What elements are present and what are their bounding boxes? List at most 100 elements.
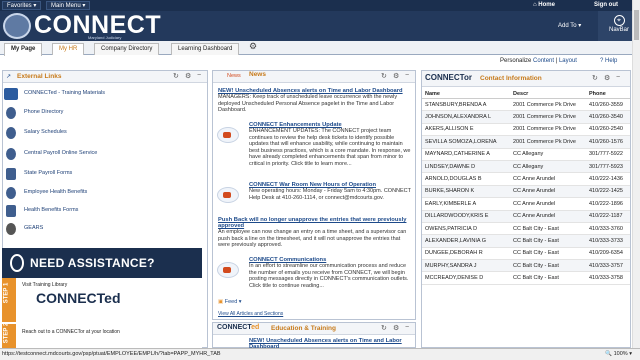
- ext-link-central-payroll[interactable]: Central Payroll Online Service: [2, 147, 202, 161]
- column-header-name[interactable]: Name: [422, 90, 510, 99]
- personalize-layout-link[interactable]: Layout: [559, 58, 577, 64]
- help-icon: ?: [600, 58, 604, 64]
- table-row[interactable]: STANSBURY,BRENDA A 2001 Commerce Pk Drive…: [422, 98, 630, 112]
- descr-cell: 2001 Commerce Pk Drive: [510, 135, 586, 149]
- tab-company-directory[interactable]: Company Directory: [94, 43, 160, 55]
- descr-cell: CC Anne Arundel: [510, 185, 586, 199]
- main-menu[interactable]: Main Menu ▾: [46, 1, 91, 10]
- training-materials-icon: [4, 88, 18, 100]
- news-item-body: ENHANCEMENT UPDATES: The CONNECT project…: [249, 128, 411, 167]
- descr-cell: 2001 Commerce Pk Drive: [510, 110, 586, 124]
- descr-cell: CC Anne Arundel: [510, 210, 586, 223]
- help-link[interactable]: ? Help: [600, 58, 617, 64]
- table-row[interactable]: JOHNSON,ALEXANDRA L 2001 Commerce Pk Driv…: [422, 110, 630, 124]
- phone-cell: 410/222-1896: [586, 197, 630, 211]
- view-all-articles-link[interactable]: View All Articles and Sections: [218, 311, 283, 317]
- tab-my-hr[interactable]: My HR: [52, 43, 85, 55]
- ext-link-salary-schedules[interactable]: Salary Schedules: [2, 126, 202, 140]
- connector-logo: CONNECTor: [425, 73, 472, 82]
- settings-icon[interactable]: ⚙: [185, 72, 191, 80]
- ext-link-phone-directory[interactable]: Phone Directory: [2, 106, 202, 120]
- add-to-menu[interactable]: Add To ▾: [558, 22, 581, 29]
- navbar-label: NavBar: [608, 27, 629, 33]
- external-links-header: ↗ External Links ↻ ⚙ −: [3, 71, 207, 83]
- phone-cell: 410/333-3757: [586, 259, 630, 273]
- refresh-icon[interactable]: ↻: [173, 72, 179, 80]
- feed-link[interactable]: ▣ Feed ▾: [218, 299, 242, 305]
- name-cell: JOHNSON,ALEXANDRA L: [422, 110, 510, 124]
- table-row[interactable]: SEVILLA SOMOZA,LORENA 2001 Commerce Pk Dr…: [422, 135, 630, 149]
- personalize-content-link[interactable]: Content: [533, 58, 554, 64]
- table-row[interactable]: DUNGEE,DEBORAH R CC Balt City - East 410/2…: [422, 247, 630, 261]
- sign-out-link[interactable]: Sign out: [594, 0, 618, 11]
- ext-link-training-materials[interactable]: CONNECTed - Training Materials: [2, 87, 202, 101]
- table-row[interactable]: EARLY,KIMBERLE A CC Anne Arundel 410/222-1…: [422, 197, 630, 211]
- table-row[interactable]: MURPHY,SANDRA J CC Balt City - East 410/33…: [422, 259, 630, 273]
- table-row[interactable]: ALEXANDER,LAVINIA G CC Balt City - East 41…: [422, 234, 630, 248]
- table-row[interactable]: MCCREADY,DENISE D CC Balt City - East 410/…: [422, 271, 630, 285]
- table-row[interactable]: ARNOLD,DOUGLAS B CC Anne Arundel 410/222-1…: [422, 172, 630, 186]
- ext-link-health-benefits-forms[interactable]: Health Benefits Forms: [2, 204, 202, 218]
- table-row[interactable]: DILLARDWOODY,KRIS E CC Anne Arundel 410/22…: [422, 210, 630, 223]
- news-header: News News ↻ ⚙ −: [213, 71, 415, 83]
- refresh-icon[interactable]: ↻: [592, 74, 598, 82]
- need-assistance-banner: NEED ASSISTANCE?: [2, 248, 202, 278]
- name-cell: LINDSEY,DAWNE D: [422, 160, 510, 174]
- gears-icon: [6, 223, 16, 235]
- table-row[interactable]: OWENS,PATRICIA D CC Balt City - East 410/3…: [422, 222, 630, 236]
- scrollbar-thumb[interactable]: [634, 10, 639, 40]
- settings-icon[interactable]: ⚙: [604, 74, 610, 82]
- table-row[interactable]: MAYNARD,CATHERINE A CC Allegany 301/777-59…: [422, 148, 630, 161]
- table-row[interactable]: LINDSEY,DAWNE D CC Allegany 301/777-5923: [422, 160, 630, 174]
- collapse-icon[interactable]: −: [405, 324, 409, 331]
- refresh-icon[interactable]: ↻: [381, 324, 387, 332]
- home-link[interactable]: ⌂ Home: [533, 0, 555, 11]
- favorites-menu[interactable]: Favorites ▾: [2, 1, 42, 10]
- name-cell: AKERS,ALLISON E: [422, 123, 510, 137]
- connected-small-logo-text: CONNECT: [217, 324, 252, 331]
- name-cell: ALEXANDER,LAVINIA G: [422, 234, 510, 248]
- refresh-icon[interactable]: ↻: [381, 72, 387, 80]
- contact-info-portlet: CONNECTor Contact Information ↻ ⚙ − Name…: [421, 70, 631, 348]
- collapse-icon[interactable]: −: [197, 72, 201, 79]
- table-row[interactable]: BURKE,SHARON K CC Anne Arundel 410/222-142…: [422, 185, 630, 199]
- settings-icon[interactable]: ⚙: [393, 72, 399, 80]
- descr-cell: CC Balt City - East: [510, 271, 586, 285]
- gear-icon[interactable]: ⚙: [249, 41, 257, 52]
- step-2-text: STEP 2: [3, 322, 10, 344]
- news-item: CONNECT War Room New Hours of Operation …: [249, 182, 411, 201]
- collapse-icon[interactable]: −: [616, 74, 620, 81]
- name-cell: OWENS,PATRICIA D: [422, 222, 510, 236]
- app-logo-subtitle: Maryland Judiciary: [88, 35, 122, 40]
- tab-learning-dashboard[interactable]: Learning Dashboard: [171, 43, 240, 55]
- connector-logo-text: CONNECTor: [425, 73, 472, 82]
- ext-link-label: Salary Schedules: [24, 129, 67, 135]
- name-cell: MURPHY,SANDRA J: [422, 259, 510, 273]
- phone-cell: 410/260-1576: [586, 135, 630, 149]
- tab-my-page[interactable]: My Page: [4, 43, 43, 56]
- page-scrollbar[interactable]: [632, 0, 640, 348]
- phone-cell: 410/222-1425: [586, 185, 630, 199]
- ext-link-label: CONNECTed - Training Materials: [24, 90, 105, 96]
- ext-link-label: Phone Directory: [24, 109, 64, 115]
- ext-link-gears[interactable]: GEARS: [2, 222, 202, 236]
- news-item-body: In an effort to streamline our communica…: [249, 263, 409, 289]
- news-item-body: New operating hours: Monday - Friday 5am…: [249, 188, 411, 201]
- news-item-title[interactable]: Push Back will no longer unapprove the e…: [218, 217, 410, 229]
- top-bar: Favorites ▾ Main Menu ▾ ⌂ Home Sign out: [0, 0, 640, 11]
- settings-icon[interactable]: ⚙: [393, 324, 399, 332]
- descr-cell: 2001 Commerce Pk Drive: [510, 98, 586, 112]
- descr-cell: CC Anne Arundel: [510, 197, 586, 211]
- personalize-label: Personalize: [500, 58, 532, 64]
- dollar-icon: [6, 127, 16, 139]
- ext-link-state-payroll-forms[interactable]: State Payroll Forms: [2, 167, 202, 181]
- add-to-label: Add To: [558, 23, 577, 29]
- column-header-descr[interactable]: Descr: [510, 90, 586, 99]
- question-icon: [10, 254, 24, 272]
- table-row[interactable]: AKERS,ALLISON E 2001 Commerce Pk Drive 410…: [422, 123, 630, 137]
- column-header-phone[interactable]: Phone: [586, 90, 630, 99]
- collapse-icon[interactable]: −: [405, 72, 409, 79]
- connected-logo-text: CONNECTed: [36, 290, 121, 306]
- zoom-control[interactable]: 🔍 100% ▾: [605, 349, 632, 360]
- ext-link-health-benefits[interactable]: Employee Health Benefits: [2, 186, 202, 200]
